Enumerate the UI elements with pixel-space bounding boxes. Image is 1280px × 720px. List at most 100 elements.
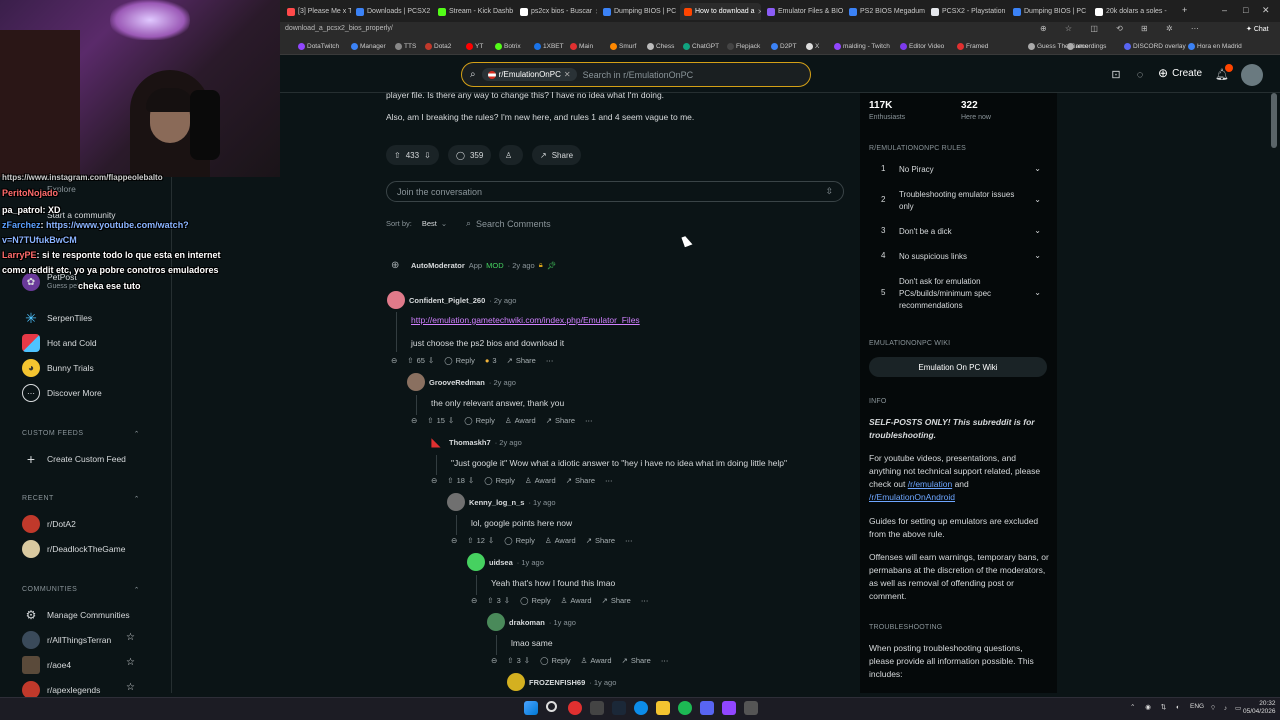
discord-icon[interactable] (700, 701, 714, 715)
app-icon[interactable] (744, 701, 758, 715)
tab-close-icon[interactable]: ✕ (595, 8, 597, 16)
avatar[interactable] (447, 493, 465, 511)
browser-tab[interactable]: Downloads | PCSX2✕ (352, 3, 432, 20)
browser-tab[interactable]: How to download a ✕ (680, 3, 761, 20)
reply-button[interactable]: ◯ Reply (540, 656, 571, 665)
bookmark-item[interactable]: D2PT (771, 43, 797, 50)
rule-item-3[interactable]: 3 Don't be a dick ⌄ (881, 226, 1041, 240)
award-button[interactable]: ♙ Award (525, 476, 556, 485)
opera-icon[interactable] (568, 701, 582, 715)
comment-link[interactable]: http://emulation.gametechwiki.com/index.… (411, 315, 640, 325)
chat-icon[interactable]: ◌ (1133, 68, 1147, 82)
avatar[interactable] (407, 373, 425, 391)
community-search-chip[interactable]: r/EmulationOnPC ✕ (481, 68, 577, 81)
game-serpentiles[interactable]: ✳ SerpenTiles (22, 309, 92, 327)
wiki-button[interactable]: Emulation On PC Wiki (869, 357, 1047, 377)
bookmark-item[interactable]: Chess (647, 43, 674, 50)
bookmark-item[interactable]: Smurf (610, 43, 636, 50)
bookmark-item[interactable]: Editor Video (900, 43, 944, 50)
collapse-icon[interactable]: ⊖ (391, 356, 397, 365)
bookmark-item[interactable]: malding - Twitch (834, 43, 890, 50)
search-icon[interactable] (546, 701, 557, 712)
maximize-icon[interactable]: □ (1243, 5, 1248, 15)
search-input[interactable]: ⌕ r/EmulationOnPC ✕ Search in r/Emulatio… (461, 62, 811, 87)
bookmark-item[interactable]: Flepjack (727, 43, 760, 50)
bookmark-item[interactable]: Hora en Madrid (1188, 43, 1242, 50)
discover-more[interactable]: ⋯ Discover More (22, 384, 102, 402)
join-conversation-input[interactable]: Join the conversation ⇳ (386, 181, 844, 202)
copilot-chat-button[interactable]: ✦ Chat (1246, 25, 1269, 33)
vote-control[interactable]: ⇧ 18 ⇩ (447, 476, 474, 485)
game-hot-and-cold[interactable]: Hot and Cold (22, 334, 97, 352)
rule-item-4[interactable]: 4 No suspicious links ⌄ (881, 251, 1041, 265)
communities-section[interactable]: COMMUNITIES ⌃ (22, 586, 140, 594)
rule-item-5[interactable]: 5 Don't ask for emulation PCs/builds/min… (881, 276, 1041, 314)
avatar[interactable] (487, 613, 505, 631)
browser-tab[interactable]: PCSX2 - Playstation✕ (927, 3, 1007, 20)
reply-button[interactable]: ◯ Reply (464, 416, 495, 425)
browser-tab[interactable]: 20k dolars a soles -✕ (1091, 3, 1169, 20)
award-button[interactable]: ♙ Award (581, 656, 612, 665)
new-tab-icon[interactable]: + (1182, 5, 1187, 15)
avatar[interactable] (467, 553, 485, 571)
bookmark-item[interactable]: ChatGPT (683, 43, 719, 50)
app-icon[interactable] (590, 701, 604, 715)
bookmark-item[interactable]: Main (570, 43, 593, 50)
browser-toolbar-icons[interactable]: ⊕ ☆ ◫ ⟲ ⊞ ✲ ⋯ (1040, 24, 1207, 33)
share-button[interactable]: ↗ Share (566, 476, 595, 485)
minimize-icon[interactable]: – (1222, 5, 1227, 15)
share-button[interactable]: ↗ Share (586, 536, 615, 545)
collapse-icon[interactable]: ⊖ (491, 656, 497, 665)
game-bunny-trials[interactable]: ◕ Bunny Trials (22, 359, 94, 377)
bookmark-item[interactable]: 1XBET (534, 43, 564, 50)
rule-item-1[interactable]: 1 No Piracy ⌄ (881, 164, 1041, 178)
community-aoe4[interactable]: r/aoe4 (22, 656, 71, 674)
avatar[interactable] (387, 291, 405, 309)
award-button[interactable]: ♙ (499, 145, 523, 165)
browser-tab[interactable]: [3] Please Me x Titu✕ (283, 3, 351, 20)
collapse-icon[interactable]: ⊖ (451, 536, 457, 545)
system-tray-icons[interactable]: ⌃ ◉ ⇅ ◐ (1130, 703, 1184, 711)
awards-button[interactable]: ● 3 (485, 356, 497, 365)
comment-username[interactable]: GrooveRedman (429, 378, 485, 387)
collapse-icon[interactable]: ⊖ (431, 476, 437, 485)
favorite-star-icon[interactable]: ☆ (126, 682, 135, 693)
bookmark-item[interactable]: Framed (957, 43, 988, 50)
downvote-icon[interactable]: ⇩ (424, 151, 431, 160)
search-comments-input[interactable]: ⌕ Search Comments (466, 218, 551, 229)
vote-control[interactable]: ⇧ 12 ⇩ (467, 536, 494, 545)
reply-button[interactable]: ◯ Reply (444, 356, 475, 365)
bookmark-item[interactable]: DotaTwitch (298, 43, 339, 50)
share-button[interactable]: ↗ Share (532, 145, 582, 165)
upvote-icon[interactable]: ⇧ (394, 151, 401, 160)
tab-close-icon[interactable]: ✕ (758, 8, 761, 16)
vote-control[interactable]: ⇧ 15 ⇩ (427, 416, 454, 425)
avatar[interactable]: ◣ (427, 433, 445, 451)
collapse-icon[interactable]: ⊖ (471, 596, 477, 605)
favorite-star-icon[interactable]: ☆ (126, 657, 135, 668)
recent-section[interactable]: RECENT ⌃ (22, 495, 140, 503)
comments-button[interactable]: ◯ 359 (448, 145, 492, 165)
scrollbar-thumb[interactable] (1271, 93, 1277, 148)
bookmark-item[interactable]: Manager (351, 43, 386, 50)
share-button[interactable]: ↗ Share (622, 656, 651, 665)
bookmark-item[interactable]: YT (466, 43, 483, 50)
community-allthingsterran[interactable]: r/AllThingsTerran (22, 631, 111, 649)
bookmark-item[interactable]: Botrix (495, 43, 521, 50)
more-options-icon[interactable]: ⋯ (625, 536, 633, 545)
browser-tab[interactable]: Dumping BIOS | PC✕ (1009, 3, 1089, 20)
comment-username[interactable]: Confident_Piglet_260 (409, 296, 485, 305)
favorite-star-icon[interactable]: ☆ (126, 632, 135, 643)
url-text[interactable]: download_a_pcsx2_bios_properly/ (285, 25, 393, 32)
vote-control[interactable]: ⇧ 65 ⇩ (407, 356, 434, 365)
formatting-icon[interactable]: ⇳ (825, 186, 833, 197)
share-button[interactable]: ↗ Share (546, 416, 575, 425)
bookmark-item[interactable]: recordings (1067, 43, 1106, 50)
award-button[interactable]: ♙ Award (561, 596, 592, 605)
browser-tab[interactable]: PS2 BIOS Megadum✕ (845, 3, 925, 20)
comment-username[interactable]: Kenny_log_n_s (469, 498, 524, 507)
recent-dota2[interactable]: r/DotA2 (22, 515, 76, 533)
more-options-icon[interactable]: ⋯ (546, 356, 554, 365)
comment-username[interactable]: AutoModerator (411, 261, 465, 270)
close-window-icon[interactable]: ✕ (1262, 5, 1270, 16)
